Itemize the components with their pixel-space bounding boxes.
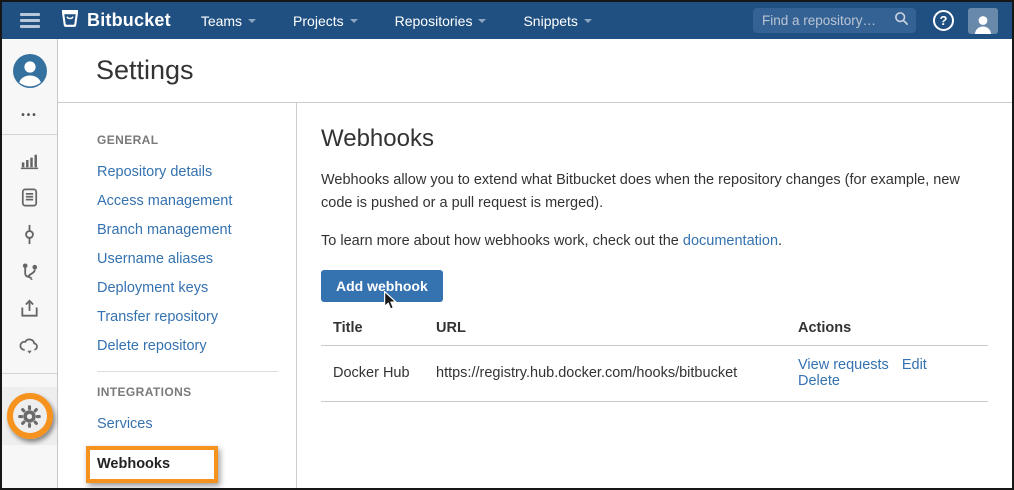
column-header-title: Title [321,313,424,346]
page-header: Settings [58,39,1012,103]
app-sidebar: ••• [2,39,58,488]
repository-avatar-icon[interactable] [13,54,47,93]
settings-nav: GENERAL Repository details Access manage… [58,103,297,488]
nav-item-deployment-keys[interactable]: Deployment keys [97,280,278,296]
settings-gear-icon [17,404,42,429]
add-webhook-button[interactable]: Add webhook [321,270,443,302]
table-header-row: Title URL Actions [321,313,988,346]
page-title: Settings [96,55,194,86]
search-input[interactable] [762,13,894,28]
menu-repositories[interactable]: Repositories [395,13,487,29]
branches-icon[interactable] [18,260,41,283]
top-navbar: Bitbucket Teams Projects Repositories Sn… [2,2,1012,39]
nav-item-username-aliases[interactable]: Username aliases [97,251,278,267]
learn-more-text: To learn more about how webhooks work, c… [321,230,988,253]
webhooks-description: Webhooks allow you to extend what Bitbuc… [321,169,988,215]
chevron-down-icon [248,19,256,23]
nav-section-divider [97,371,278,372]
nav-item-transfer-repository[interactable]: Transfer repository [97,309,278,325]
delete-link[interactable]: Delete [798,373,840,389]
statistics-chart-icon[interactable] [18,149,41,172]
brand-name: Bitbucket [87,10,171,31]
downloads-cloud-icon[interactable] [18,334,41,357]
more-ellipsis-icon[interactable]: ••• [21,110,38,121]
nav-item-access-management[interactable]: Access management [97,193,278,209]
documentation-link[interactable]: documentation [683,233,778,249]
webhook-row: Docker Hub https://registry.hub.docker.c… [321,345,988,401]
commits-icon[interactable] [18,223,41,246]
search-icon[interactable] [894,11,909,31]
webhooks-panel: Webhooks Webhooks allow you to extend wh… [297,103,1012,488]
menu-teams[interactable]: Teams [201,13,256,29]
settings-gear-item[interactable] [2,387,57,445]
section-heading-integrations: INTEGRATIONS [97,385,278,399]
repository-search [753,8,916,33]
nav-item-webhooks-active[interactable]: Webhooks [86,446,218,483]
chevron-down-icon [478,19,486,23]
user-avatar-button[interactable] [968,8,998,34]
section-heading-general: GENERAL [97,133,278,147]
main-menu: Teams Projects Repositories Snippets [201,13,592,29]
webhook-title: Docker Hub [321,345,424,401]
view-requests-link[interactable]: View requests [798,357,889,373]
menu-snippets[interactable]: Snippets [523,13,591,29]
nav-item-delete-repository[interactable]: Delete repository [97,338,278,354]
bitbucket-settings-page: Bitbucket Teams Projects Repositories Sn… [0,0,1014,490]
column-header-actions: Actions [786,313,988,346]
edit-link[interactable]: Edit [902,357,927,373]
chevron-down-icon [584,19,592,23]
webhook-actions: View requests Edit Delete [786,345,988,401]
nav-item-branch-management[interactable]: Branch management [97,222,278,238]
create-upload-icon[interactable] [18,297,41,320]
nav-item-repository-details[interactable]: Repository details [97,164,278,180]
column-header-url: URL [424,313,786,346]
sidebar-divider [2,373,57,374]
sidebar-divider [2,134,57,135]
bitbucket-logo[interactable]: Bitbucket [60,8,171,33]
bucket-icon [60,8,80,33]
webhooks-table: Title URL Actions Docker Hub https://reg… [321,313,988,402]
webhooks-heading: Webhooks [321,125,988,153]
source-document-icon[interactable] [18,186,41,209]
chevron-down-icon [350,19,358,23]
navbar-right: ? [753,8,998,34]
nav-item-services[interactable]: Services [97,416,278,432]
webhook-url: https://registry.hub.docker.com/hooks/bi… [424,345,786,401]
help-icon[interactable]: ? [933,10,954,31]
menu-projects[interactable]: Projects [293,13,358,29]
hamburger-menu-icon[interactable] [20,13,40,28]
person-icon [974,14,992,34]
